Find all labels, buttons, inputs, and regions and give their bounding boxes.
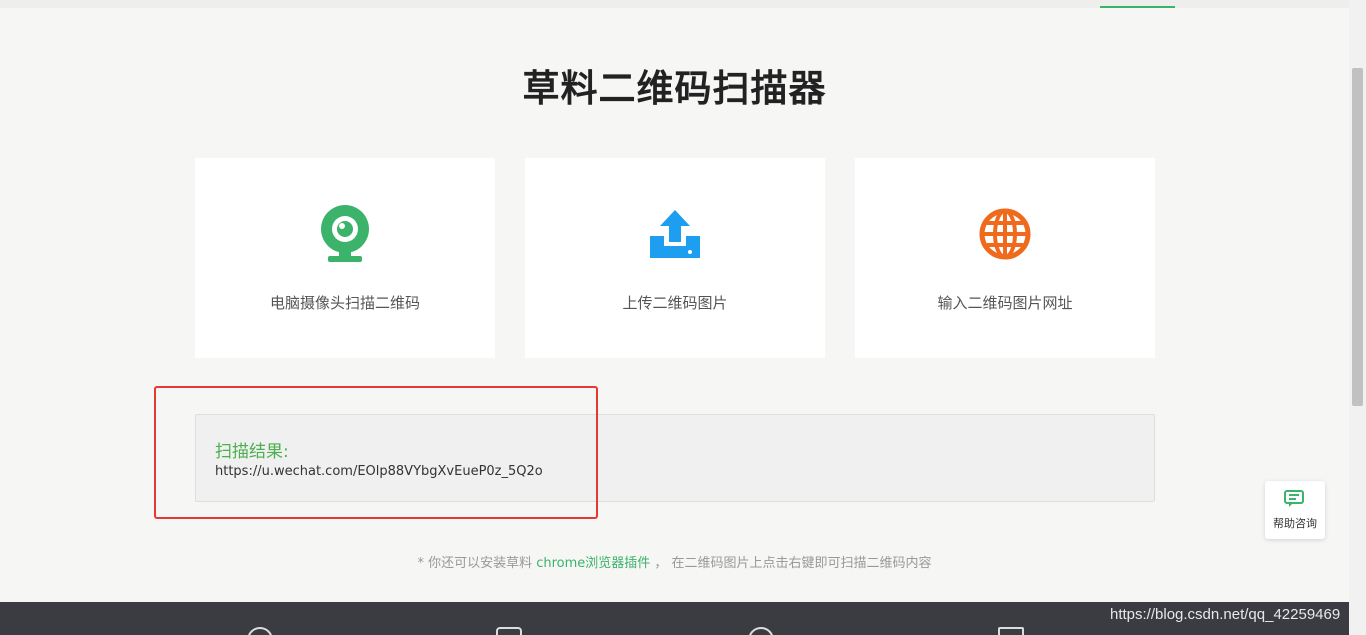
upload-icon xyxy=(647,206,703,262)
clock-icon xyxy=(247,627,273,635)
page-scrollbar[interactable] xyxy=(1349,0,1366,635)
image-url-card[interactable]: 输入二维码图片网址 xyxy=(855,158,1155,358)
watermark: https://blog.csdn.net/qq_42259469 xyxy=(1110,606,1341,623)
scan-result-url[interactable]: https://u.wechat.com/EOlp88VYbgXvEueP0z_… xyxy=(215,464,543,479)
install-tip: * 你还可以安装草料 chrome浏览器插件 ， 在二维码图片上点击右键即可扫描… xyxy=(0,552,1349,571)
thumb-icon xyxy=(998,627,1024,635)
chrome-plugin-link[interactable]: chrome浏览器插件 xyxy=(536,556,650,571)
active-tab-indicator xyxy=(1100,6,1175,8)
scan-result-panel: 扫描结果: https://u.wechat.com/EOlp88VYbgXvE… xyxy=(195,414,1155,502)
person-icon xyxy=(748,627,774,635)
card-label: 电脑摄像头扫描二维码 xyxy=(269,294,420,312)
shield-icon xyxy=(496,627,522,635)
card-label: 输入二维码图片网址 xyxy=(937,294,1073,312)
tip-prefix: * 你还可以安装草料 xyxy=(417,556,537,571)
globe-icon xyxy=(977,206,1033,262)
card-label: 上传二维码图片 xyxy=(622,294,728,312)
webcam-icon xyxy=(317,205,373,262)
upload-image-card[interactable]: 上传二维码图片 xyxy=(525,158,825,358)
top-nav-bar xyxy=(0,0,1349,8)
tip-suffix: ， 在二维码图片上点击右键即可扫描二维码内容 xyxy=(650,556,932,571)
page-title: 草料二维码扫描器 xyxy=(522,67,827,110)
webcam-scan-card[interactable]: 电脑摄像头扫描二维码 xyxy=(195,158,495,358)
scan-result-title: 扫描结果: xyxy=(215,442,289,462)
scrollbar-thumb[interactable] xyxy=(1352,68,1363,406)
chat-icon xyxy=(1283,489,1307,513)
help-label: 帮助咨询 xyxy=(1273,517,1317,530)
help-consult-button[interactable]: 帮助咨询 xyxy=(1265,481,1325,539)
